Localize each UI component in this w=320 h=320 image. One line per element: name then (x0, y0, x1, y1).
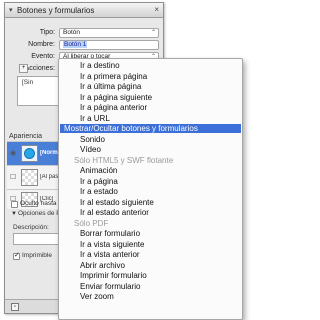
menu-item[interactable]: Ir a página anterior (60, 103, 241, 112)
hidden-until-activated-checkbox[interactable] (11, 201, 18, 208)
type-select[interactable]: Botón ⌃ (59, 28, 159, 38)
button-circle-icon (24, 148, 35, 159)
menu-item[interactable]: Ir a primera página (60, 72, 241, 81)
menu-item[interactable]: Ir a página siguiente (60, 93, 241, 102)
description-label: Descripción: (13, 224, 49, 231)
name-label: Nombre: (28, 41, 55, 48)
panel-titlebar[interactable]: ▾ Botones y formularios × (5, 3, 163, 18)
event-label: Evento: (31, 53, 55, 60)
menu-item[interactable]: Ir a última página (60, 82, 241, 91)
dropdown-arrows-icon: ⌃ (150, 30, 156, 36)
menu-item[interactable]: Vídeo (60, 145, 241, 154)
panel-title: Botones y formularios (17, 6, 95, 15)
eye-icon[interactable]: ◉ (10, 149, 16, 157)
menu-item[interactable]: Ver zoom (60, 292, 241, 301)
description-input[interactable] (13, 233, 63, 245)
menu-item[interactable]: Borrar formulario (60, 229, 241, 238)
type-label: Tipo: (39, 29, 55, 36)
menu-item[interactable]: Abrir archivo (60, 261, 241, 270)
actions-list-text: [Sin (22, 79, 34, 86)
menu-item[interactable]: Sonido (60, 135, 241, 144)
menu-item[interactable]: Ir al estado anterior (60, 208, 241, 217)
menu-item[interactable]: Ir al estado siguiente (60, 198, 241, 207)
add-action-icon[interactable]: + (19, 64, 28, 73)
printable-label: Imprimible (22, 252, 52, 259)
collapse-arrow-icon[interactable]: ▾ (9, 6, 13, 14)
menu-section-header: Sólo PDF (74, 218, 109, 228)
state-thumbnail (21, 145, 38, 162)
expand-triangle-icon[interactable]: ▼ (11, 211, 17, 217)
empty-state-icon (22, 170, 37, 185)
type-value: Botón (63, 29, 80, 36)
printable-checkbox[interactable] (13, 251, 20, 260)
menu-item[interactable]: Ir a página (60, 177, 241, 186)
menu-section-header: Sólo HTML5 y SWF flotante (74, 155, 174, 165)
menu-item[interactable]: Animación (60, 166, 241, 175)
actions-label: Acciones: (24, 65, 55, 72)
actions-dropdown-menu[interactable]: Ir a destino Ir a primera página Ir a úl… (58, 58, 243, 320)
appearance-label: Apariencia (9, 133, 43, 140)
state-row-normal[interactable]: ◉ [Normal] (7, 141, 65, 165)
state-thumbnail (21, 169, 38, 186)
menu-item[interactable]: Ir a URL (60, 114, 241, 123)
checkbox-icon[interactable]: ☐ (10, 173, 16, 181)
menu-item[interactable]: Ir a vista siguiente (60, 240, 241, 249)
menu-item[interactable]: Ir a destino (60, 61, 241, 70)
state-row-rollover[interactable]: ☐ [Al pasar (7, 165, 64, 189)
preview-icon[interactable]: ▫ (11, 303, 19, 311)
close-icon[interactable]: × (154, 5, 159, 14)
menu-item[interactable]: Ir a estado (60, 187, 241, 196)
name-input[interactable]: Botón 1 (59, 40, 159, 50)
menu-item[interactable]: Ir a vista anterior (60, 250, 241, 259)
menu-item[interactable]: Imprimir formulario (60, 271, 241, 280)
menu-item[interactable]: Enviar formulario (60, 282, 241, 291)
menu-item-highlighted[interactable]: Mostrar/Ocultar botones y formularios (60, 124, 241, 133)
name-value: Botón 1 (63, 41, 88, 48)
